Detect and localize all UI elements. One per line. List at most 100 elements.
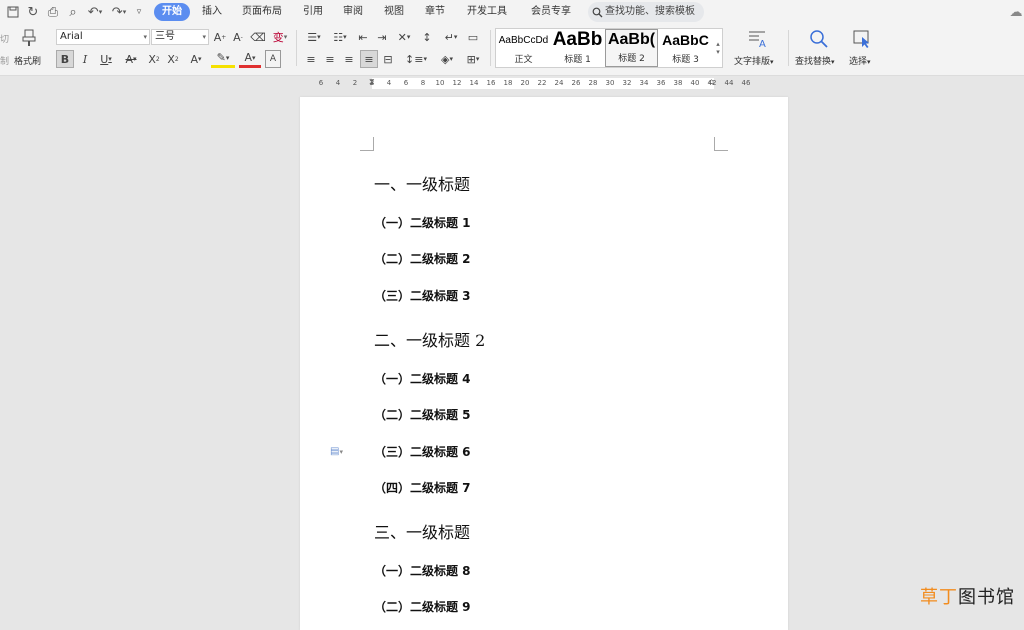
ruler-tick: 6 (403, 79, 409, 87)
text-effect-button[interactable]: A ▾ (185, 50, 207, 68)
text-layout-label[interactable]: 文字排版▾ (734, 54, 774, 67)
ruler-tick: 38 (673, 79, 683, 87)
redo-arrow-icon[interactable]: ↷ ▾ (108, 3, 130, 21)
strikethrough-button[interactable]: A ▾ (120, 50, 142, 68)
find-replace-label[interactable]: 查找替换▾ (795, 54, 835, 67)
table-tools-icon[interactable]: ▭ (465, 29, 481, 45)
heading-1[interactable]: 二、一级标题 2 (374, 327, 485, 351)
save-icon[interactable] (4, 3, 22, 21)
style-heading-3[interactable]: AaBbC 标题 3 (659, 29, 712, 67)
clear-format-icon[interactable]: ⌫ (250, 29, 266, 45)
style-scroll-icon[interactable]: ▴ ▾ (713, 29, 723, 67)
numbered-list-icon[interactable]: ☷ ▾ (329, 29, 351, 45)
document-page[interactable]: 一、一级标题 （一）二级标题 1 （二）二级标题 2 （三）二级标题 3 二、一… (300, 97, 788, 630)
borders-icon[interactable]: ⊞ ▾ (462, 50, 484, 68)
heading-2[interactable]: （二）二级标题 5 (374, 406, 471, 423)
heading-1[interactable]: 一、一级标题 (374, 171, 470, 195)
heading-2[interactable]: （四）二级标题 7 (374, 479, 471, 496)
superscript-button[interactable]: X2 (146, 50, 162, 68)
ruler-tick: 18 (503, 79, 513, 87)
tab-references[interactable]: 引用 (303, 3, 323, 21)
svg-text:A: A (759, 39, 766, 49)
undo-icon[interactable]: ↶ ▾ (84, 3, 106, 21)
style-name: 标题 3 (672, 55, 699, 65)
shading-icon[interactable]: ◈ ▾ (436, 50, 458, 68)
heading-2[interactable]: （三）二级标题 6 (374, 443, 471, 460)
search-box[interactable]: 查找功能、搜索模板 (588, 2, 704, 22)
font-name-value: Arial (60, 31, 83, 42)
bold-button[interactable]: B (56, 50, 74, 68)
text-layout-icon[interactable]: A (745, 28, 769, 50)
heading-2[interactable]: （一）二级标题 4 (374, 370, 471, 387)
tab-review[interactable]: 审阅 (343, 3, 363, 21)
heading-2[interactable]: （一）二级标题 8 (374, 562, 471, 579)
highlight-icon[interactable]: ✎ ▾ (211, 50, 235, 68)
font-color-icon[interactable]: A ▾ (239, 50, 261, 68)
font-size-value: 三号 (155, 31, 175, 42)
tab-developer[interactable]: 开发工具 (467, 3, 507, 21)
ruler-tick: 28 (588, 79, 598, 87)
heading-1[interactable]: 三、一级标题 (374, 519, 470, 543)
margin-corner-tr (714, 137, 728, 151)
ruler[interactable]: 6 4 2 2 4 6 8 10 12 14 16 18 20 22 24 26 28 30 32 34 36 38 40 4… (300, 77, 788, 90)
separator (296, 30, 297, 66)
find-replace-icon[interactable] (807, 28, 831, 50)
format-painter-label[interactable]: 格式刷 (14, 54, 41, 67)
style-heading-1[interactable]: AaBb 标题 1 (551, 29, 604, 67)
underline-button[interactable]: U ▾ (95, 50, 117, 68)
sort-icon[interactable]: ↕ (419, 29, 435, 45)
bullet-list-icon[interactable]: ☰ ▾ (303, 29, 325, 45)
select-label[interactable]: 选择▾ (849, 54, 871, 67)
style-heading-2[interactable]: AaBb( 标题 2 (605, 29, 658, 67)
subscript-button[interactable]: X2 (165, 50, 181, 68)
find-replace-text: 查找替换 (795, 57, 832, 67)
customize-icon[interactable]: ▿ (132, 3, 146, 21)
print-preview-icon[interactable]: ⌕ (64, 3, 82, 21)
tab-home[interactable]: 开始 (154, 3, 190, 21)
paragraph-mark-icon[interactable]: ↵ ▾ (440, 29, 462, 45)
increase-font-icon[interactable]: A + (213, 29, 227, 45)
format-painter-icon[interactable] (18, 28, 40, 48)
heading-2[interactable]: （三）二级标题 3 (374, 287, 471, 304)
distribute-icon[interactable]: ⊟ (380, 50, 396, 68)
style-name: 标题 1 (564, 55, 591, 65)
paste-options-icon[interactable]: ▤▾ (330, 446, 343, 457)
watermark: 草丁图书馆 (920, 583, 1015, 609)
margin-corner-tl (360, 137, 374, 151)
ruler-tick: 32 (622, 79, 632, 87)
right-indent-marker-icon[interactable]: ⌂ (709, 77, 714, 86)
tab-view[interactable]: 视图 (384, 3, 404, 21)
tab-page-layout[interactable]: 页面布局 (242, 3, 282, 21)
increase-indent-icon[interactable]: ⇥ (374, 29, 390, 45)
line-spacing-icon[interactable]: ↕≡ ▾ (404, 50, 428, 68)
align-left-icon[interactable]: ≡ (303, 50, 319, 68)
select-icon[interactable] (850, 28, 874, 50)
copy-label[interactable]: 制 (0, 54, 9, 67)
indent-marker-icon[interactable]: ⧗ (369, 77, 375, 87)
font-size-select[interactable]: 三号 ▾ (151, 29, 209, 45)
tab-insert[interactable]: 插入 (202, 3, 222, 21)
ruler-tick: 44 (724, 79, 734, 87)
redo-icon[interactable]: ↻ (24, 3, 42, 21)
heading-2[interactable]: （二）二级标题 2 (374, 250, 471, 267)
ruler-tick: 24 (554, 79, 564, 87)
tab-member[interactable]: 会员专享 (531, 3, 571, 21)
align-center-icon[interactable]: ≡ (322, 50, 338, 68)
decrease-indent-icon[interactable]: ⇤ (355, 29, 371, 45)
font-name-select[interactable]: Arial ▾ (56, 29, 150, 45)
heading-2[interactable]: （二）二级标题 9 (374, 598, 471, 615)
decrease-font-icon[interactable]: A- (231, 29, 245, 45)
phonetic-icon[interactable]: 变 ▾ (269, 29, 291, 45)
italic-button[interactable]: I (77, 50, 93, 68)
style-normal[interactable]: AaBbCcDd 正文 (497, 29, 550, 67)
char-border-icon[interactable]: A (265, 50, 281, 68)
chinese-layout-icon[interactable]: ✕ ▾ (393, 29, 415, 45)
justify-icon[interactable]: ≡ (360, 50, 378, 68)
watermark-rest: 图书馆 (958, 587, 1015, 608)
print-icon[interactable]: ⎙ (44, 3, 62, 21)
align-right-icon[interactable]: ≡ (341, 50, 357, 68)
cut-label[interactable]: 切 (0, 32, 9, 45)
heading-2[interactable]: （一）二级标题 1 (374, 214, 471, 231)
tab-chapter[interactable]: 章节 (425, 3, 445, 21)
cloud-icon[interactable]: ☁ (1008, 3, 1024, 21)
